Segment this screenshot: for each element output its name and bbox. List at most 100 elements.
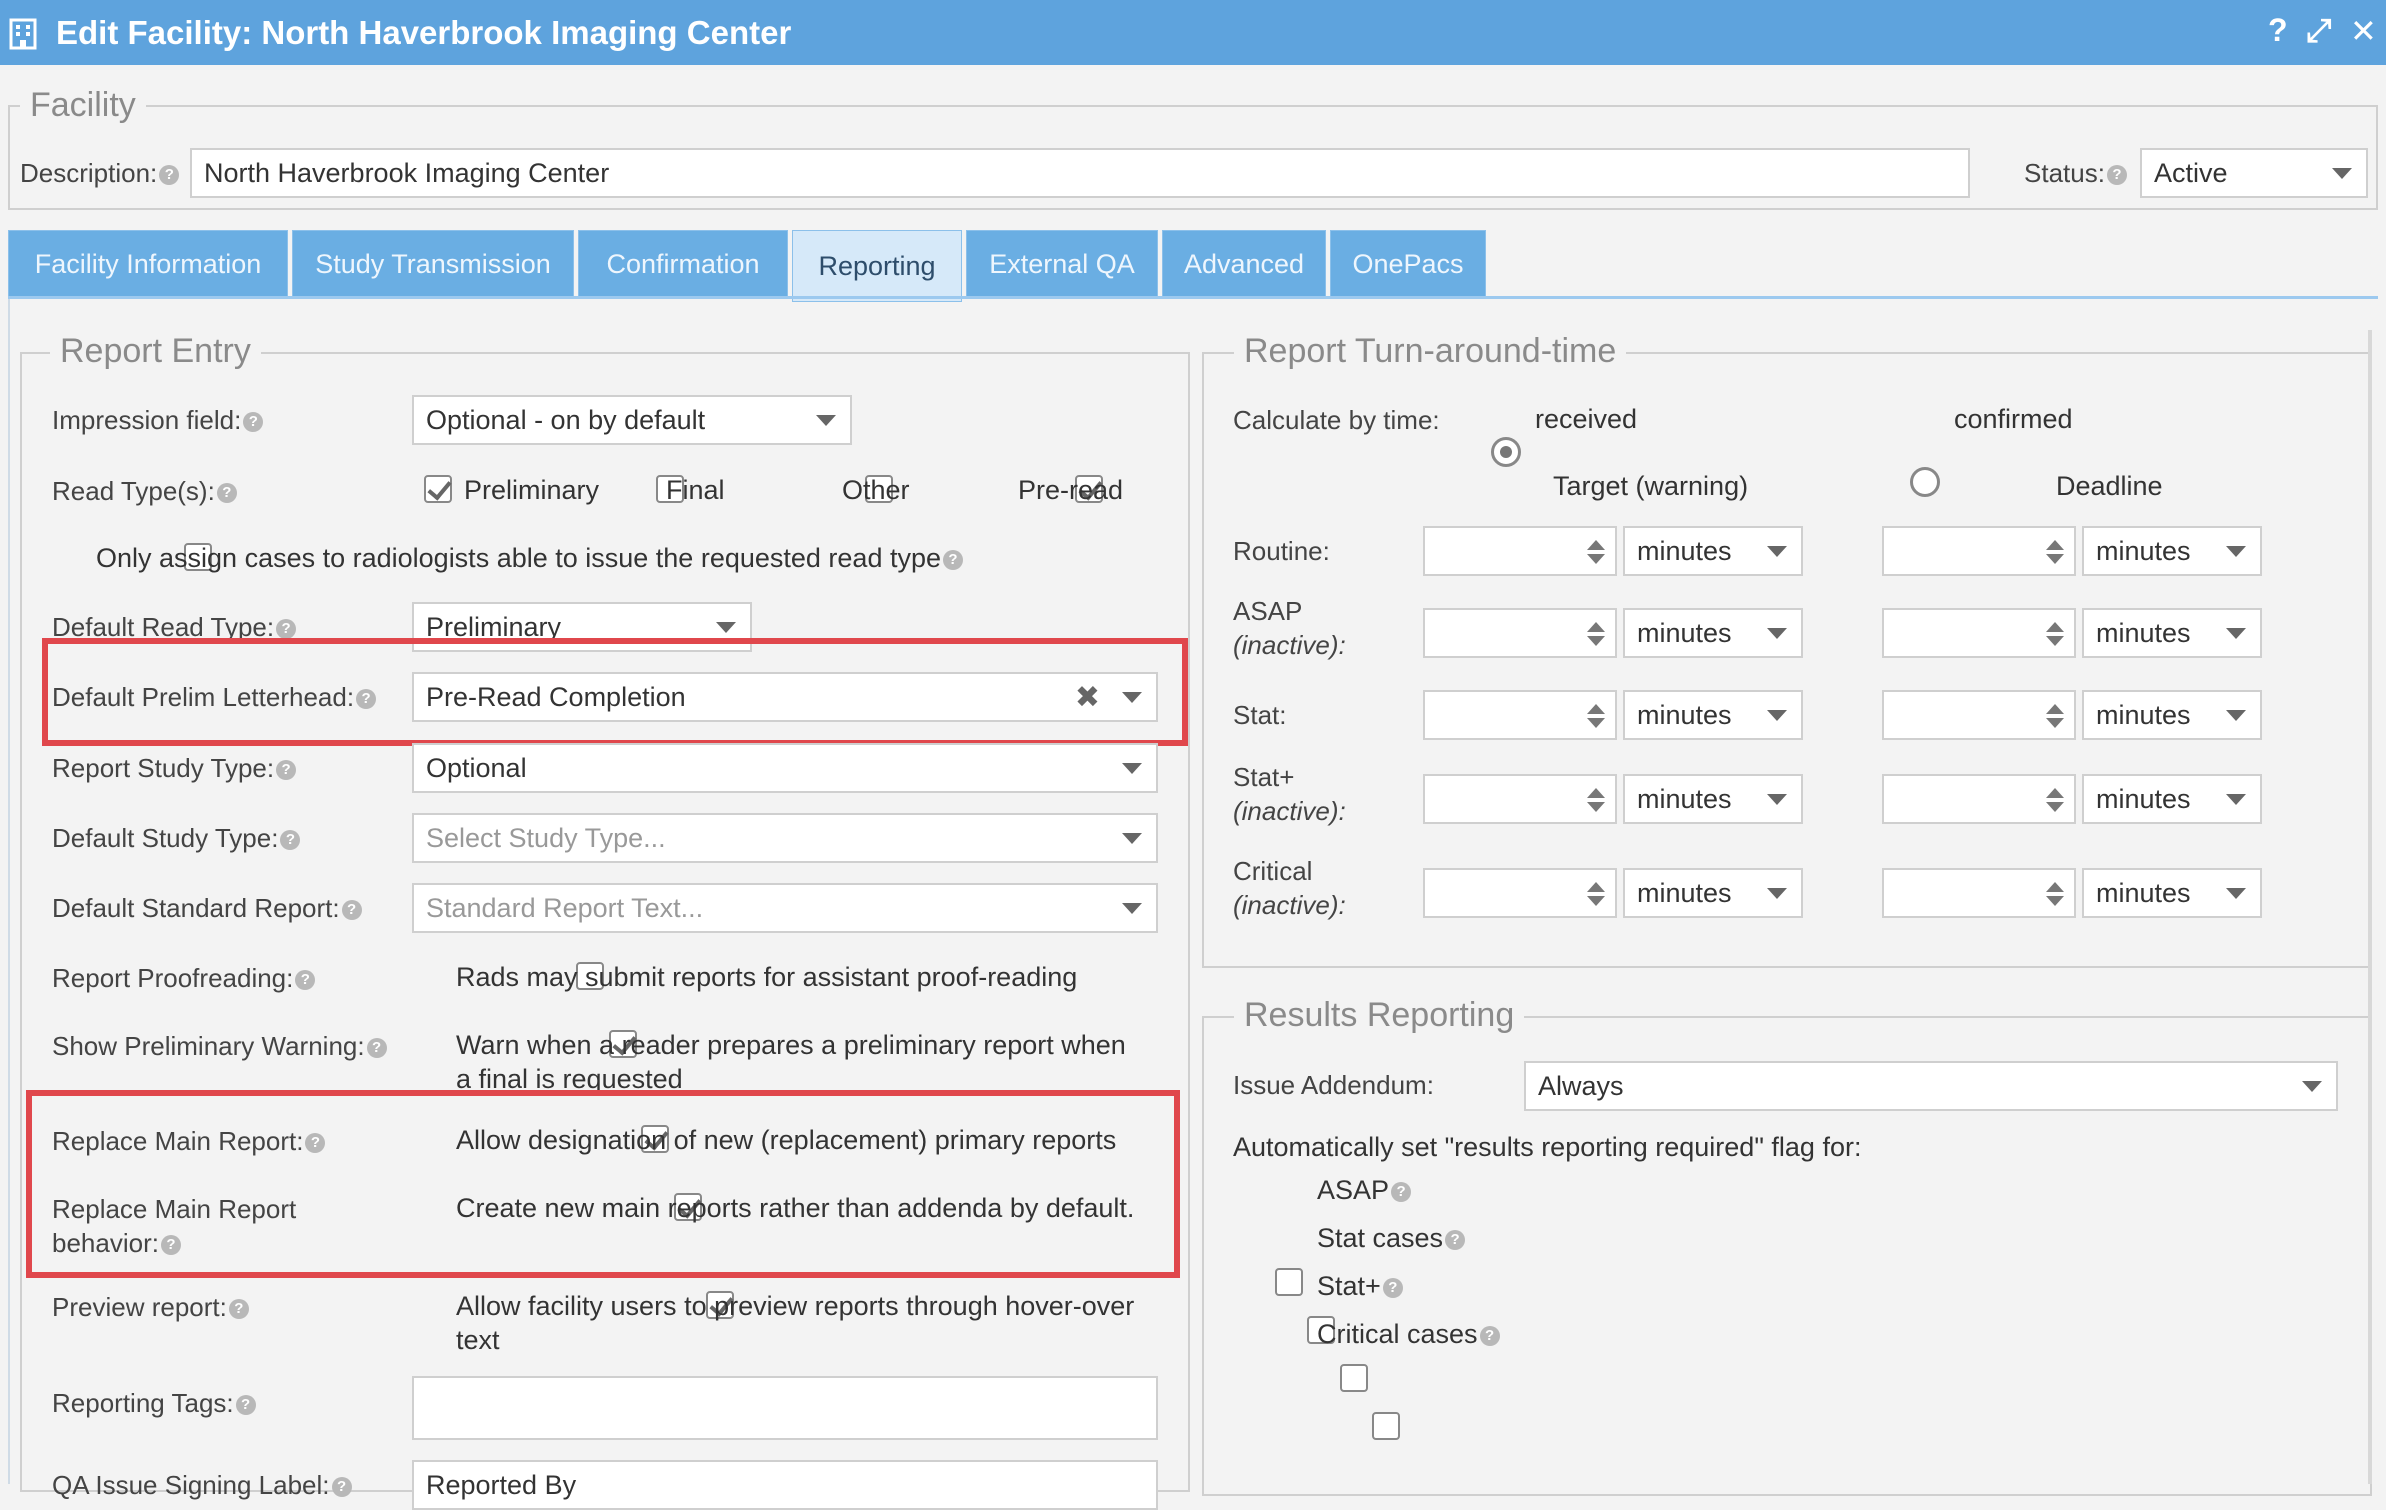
tat-asap-deadline-number[interactable] xyxy=(1882,608,2076,658)
tat-critical-target-unit[interactable]: minutes xyxy=(1623,868,1803,918)
spinner-down-icon[interactable] xyxy=(2046,896,2064,906)
tab-facility-information[interactable]: Facility Information xyxy=(8,230,288,298)
tat-asap-target-unit[interactable]: minutes xyxy=(1623,608,1803,658)
tat-routine-target-number[interactable] xyxy=(1423,526,1617,576)
chevron-down-icon xyxy=(1767,628,1787,639)
tat-critical-target-number[interactable] xyxy=(1423,868,1617,918)
qa-signing-input[interactable]: Reported By xyxy=(412,1460,1158,1510)
tat-routine-deadline-number[interactable] xyxy=(1882,526,2076,576)
report-study-type-select[interactable]: Optional xyxy=(412,743,1158,793)
tat-asap-deadline-unit[interactable]: minutes xyxy=(2082,608,2262,658)
chevron-down-icon xyxy=(2226,710,2246,721)
question-mark-icon: ? xyxy=(366,1038,387,1059)
default-standard-report-select[interactable]: Standard Report Text... xyxy=(412,883,1158,933)
spinner-down-icon[interactable] xyxy=(1587,636,1605,646)
spinner-down-icon[interactable] xyxy=(1587,718,1605,728)
flag-asap-checkbox[interactable] xyxy=(1275,1268,1303,1296)
flag-stat-plus-checkbox[interactable] xyxy=(1339,1364,1368,1392)
tat-critical-deadline-number[interactable] xyxy=(1882,868,2076,918)
spinner-up-icon[interactable] xyxy=(2046,622,2064,632)
unit-value: minutes xyxy=(1637,535,1732,566)
tat-stat-plus-deadline-unit[interactable]: minutes xyxy=(2082,774,2262,824)
chevron-down-icon xyxy=(1767,710,1787,721)
tat-row-label-critical: Critical xyxy=(1233,856,1313,886)
spinner-up-icon[interactable] xyxy=(1587,540,1605,550)
spinner-up-icon[interactable] xyxy=(1587,622,1605,632)
replace-behavior-label-1: Replace Main Report xyxy=(52,1194,297,1224)
spinner-up-icon[interactable] xyxy=(1587,788,1605,798)
tat-row-label-stat: Stat: xyxy=(1233,700,1287,730)
tat-routine-target-unit[interactable]: minutes xyxy=(1623,526,1803,576)
tat-asap-target-number[interactable] xyxy=(1423,608,1617,658)
tat-stat-plus-target-number[interactable] xyxy=(1423,774,1617,824)
spinner-up-icon[interactable] xyxy=(1587,704,1605,714)
replace-behavior-label-2: behavior:? xyxy=(52,1228,181,1259)
tab-external-qa[interactable]: External QA xyxy=(966,230,1158,298)
clear-x-icon[interactable]: ✖ xyxy=(1075,680,1100,715)
tat-row-label-asap: ASAP xyxy=(1233,596,1303,626)
status-select[interactable]: Active xyxy=(2140,148,2368,198)
tat-critical-deadline-unit[interactable]: minutes xyxy=(2082,868,2262,918)
flag-critical-checkbox[interactable] xyxy=(1372,1412,1401,1440)
tat-stat-plus-deadline-number[interactable] xyxy=(1882,774,2076,824)
tat-stat-deadline-unit[interactable]: minutes xyxy=(2082,690,2262,740)
help-button[interactable]: ? xyxy=(2268,12,2288,49)
tat-routine-deadline-unit[interactable]: minutes xyxy=(2082,526,2262,576)
report-proofreading-text: Rads may submit reports for assistant pr… xyxy=(456,962,1078,992)
read-type-preliminary-checkbox[interactable] xyxy=(424,475,452,503)
tat-stat-deadline-number[interactable] xyxy=(1882,690,2076,740)
flag-asap-label: ASAP? xyxy=(1317,1175,1412,1206)
tat-stat-target-number[interactable] xyxy=(1423,690,1617,740)
tat-stat-plus-target-unit[interactable]: minutes xyxy=(1623,774,1803,824)
impression-select[interactable]: Optional - on by default xyxy=(412,395,852,445)
close-button[interactable]: ✕ xyxy=(2350,12,2377,50)
chevron-down-icon xyxy=(2226,628,2246,639)
description-input[interactable]: North Haverbrook Imaging Center xyxy=(190,148,1970,198)
spinner-up-icon[interactable] xyxy=(2046,540,2064,550)
question-mark-icon: ? xyxy=(341,900,362,921)
spinner-down-icon[interactable] xyxy=(2046,636,2064,646)
question-mark-icon: ? xyxy=(235,1395,256,1416)
received-radio[interactable] xyxy=(1491,437,1521,467)
target-header: Target (warning) xyxy=(1553,471,1749,501)
spinner-down-icon[interactable] xyxy=(1587,554,1605,564)
calc-by-time-label: Calculate by time: xyxy=(1233,405,1440,435)
spinner-down-icon[interactable] xyxy=(1587,802,1605,812)
spinner-down-icon[interactable] xyxy=(1587,896,1605,906)
question-mark-icon: ? xyxy=(1479,1325,1500,1346)
spinner-up-icon[interactable] xyxy=(2046,704,2064,714)
spinner-down-icon[interactable] xyxy=(2046,554,2064,564)
tab-study-transmission[interactable]: Study Transmission xyxy=(292,230,574,298)
default-standard-report-placeholder: Standard Report Text... xyxy=(426,892,704,923)
maximize-button[interactable]: ⤢ xyxy=(2306,12,2332,50)
spinner-down-icon[interactable] xyxy=(2046,802,2064,812)
default-prelim-letterhead-value: Pre-Read Completion xyxy=(426,681,686,712)
preview-report-label: Preview report:? xyxy=(52,1292,249,1323)
show-prelim-warning-text-1: Warn when a reader prepares a preliminar… xyxy=(456,1030,1126,1060)
scrollbar[interactable] xyxy=(2368,330,2372,1484)
highlight-box-replace xyxy=(26,1090,1180,1278)
spinner-up-icon[interactable] xyxy=(1587,882,1605,892)
tab-confirmation[interactable]: Confirmation xyxy=(578,230,788,298)
confirmed-radio[interactable] xyxy=(1910,467,1940,497)
deadline-header: Deadline xyxy=(2056,471,2163,501)
reporting-tags-input[interactable] xyxy=(412,1376,1158,1440)
spinner-down-icon[interactable] xyxy=(2046,718,2064,728)
tab-onepacs[interactable]: OnePacs xyxy=(1330,230,1486,298)
impression-label: Impression field:? xyxy=(52,405,264,436)
default-study-type-select[interactable]: Select Study Type... xyxy=(412,813,1158,863)
preview-report-text-2: text xyxy=(456,1325,500,1355)
default-prelim-letterhead-select[interactable]: Pre-Read Completion ✖ xyxy=(412,672,1158,722)
question-mark-icon: ? xyxy=(159,165,180,186)
spinner-up-icon[interactable] xyxy=(2046,882,2064,892)
tab-advanced[interactable]: Advanced xyxy=(1162,230,1326,298)
spinner-up-icon[interactable] xyxy=(2046,788,2064,798)
description-label: Description:? xyxy=(20,158,180,189)
tat-stat-target-unit[interactable]: minutes xyxy=(1623,690,1803,740)
issue-addendum-select[interactable]: Always xyxy=(1524,1061,2338,1111)
question-mark-icon: ? xyxy=(305,1133,326,1154)
only-assign-label: Only assign cases to radiologists able t… xyxy=(96,543,963,574)
tab-reporting[interactable]: Reporting xyxy=(792,230,962,302)
window-title: Edit Facility: North Haverbrook Imaging … xyxy=(56,14,792,51)
unit-value: minutes xyxy=(2096,699,2191,730)
